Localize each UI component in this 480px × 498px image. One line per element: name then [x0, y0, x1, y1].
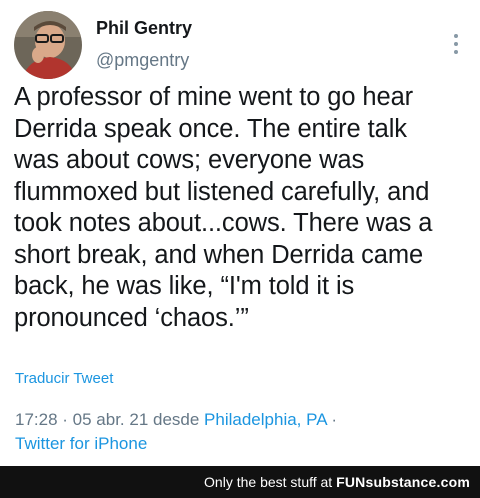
tweet-text-line: flummoxed but listened carefully, and — [14, 177, 430, 206]
tweet-text: A professor of mine went to go hear Derr… — [14, 82, 474, 334]
footer-prefix: Only the best stuff at — [204, 474, 337, 490]
tweet-text-line: short break, and when Derrida came — [14, 240, 424, 269]
tweet-text-line: was about cows; everyone was — [14, 146, 365, 174]
author-name[interactable]: Phil Gentry — [96, 18, 192, 39]
footer-text: Only the best stuff at FUNsubstance.com — [204, 474, 470, 490]
tweet-date[interactable]: 05 abr. 21 — [73, 410, 149, 429]
meta-separator: · — [57, 410, 73, 429]
tweet-text-line: A professor of mine went to go hear — [14, 83, 414, 111]
meta-separator-trailing: · — [326, 410, 337, 429]
tweet-text-line: took notes about...cows. There was a — [14, 209, 433, 237]
author-handle[interactable]: @pmgentry — [96, 50, 189, 71]
avatar[interactable] — [14, 11, 82, 79]
tweet-time[interactable]: 17:28 — [15, 410, 58, 429]
footer-brand[interactable]: FUNsubstance.com — [336, 474, 470, 490]
more-vertical-icon[interactable] — [446, 34, 466, 58]
location-link[interactable]: Philadelphia, PA — [204, 410, 327, 429]
tweet-text-line: Derrida speak once. The entire talk — [14, 114, 407, 143]
tweet-text-line: back, he was like, “I'm told it is — [14, 272, 355, 300]
from-label: desde — [148, 410, 205, 429]
translate-tweet-link[interactable]: Traducir Tweet — [15, 370, 113, 387]
watermark-footer: Only the best stuff at FUNsubstance.com — [0, 466, 480, 498]
tweet-text-line: pronounced ‘chaos.’” — [14, 303, 249, 332]
client-link[interactable]: Twitter for iPhone — [15, 434, 147, 454]
tweet-card: Phil Gentry @pmgentry A professor of min… — [0, 0, 480, 466]
tweet-meta: 17:28 · 05 abr. 21 desde Philadelphia, P… — [15, 410, 337, 430]
